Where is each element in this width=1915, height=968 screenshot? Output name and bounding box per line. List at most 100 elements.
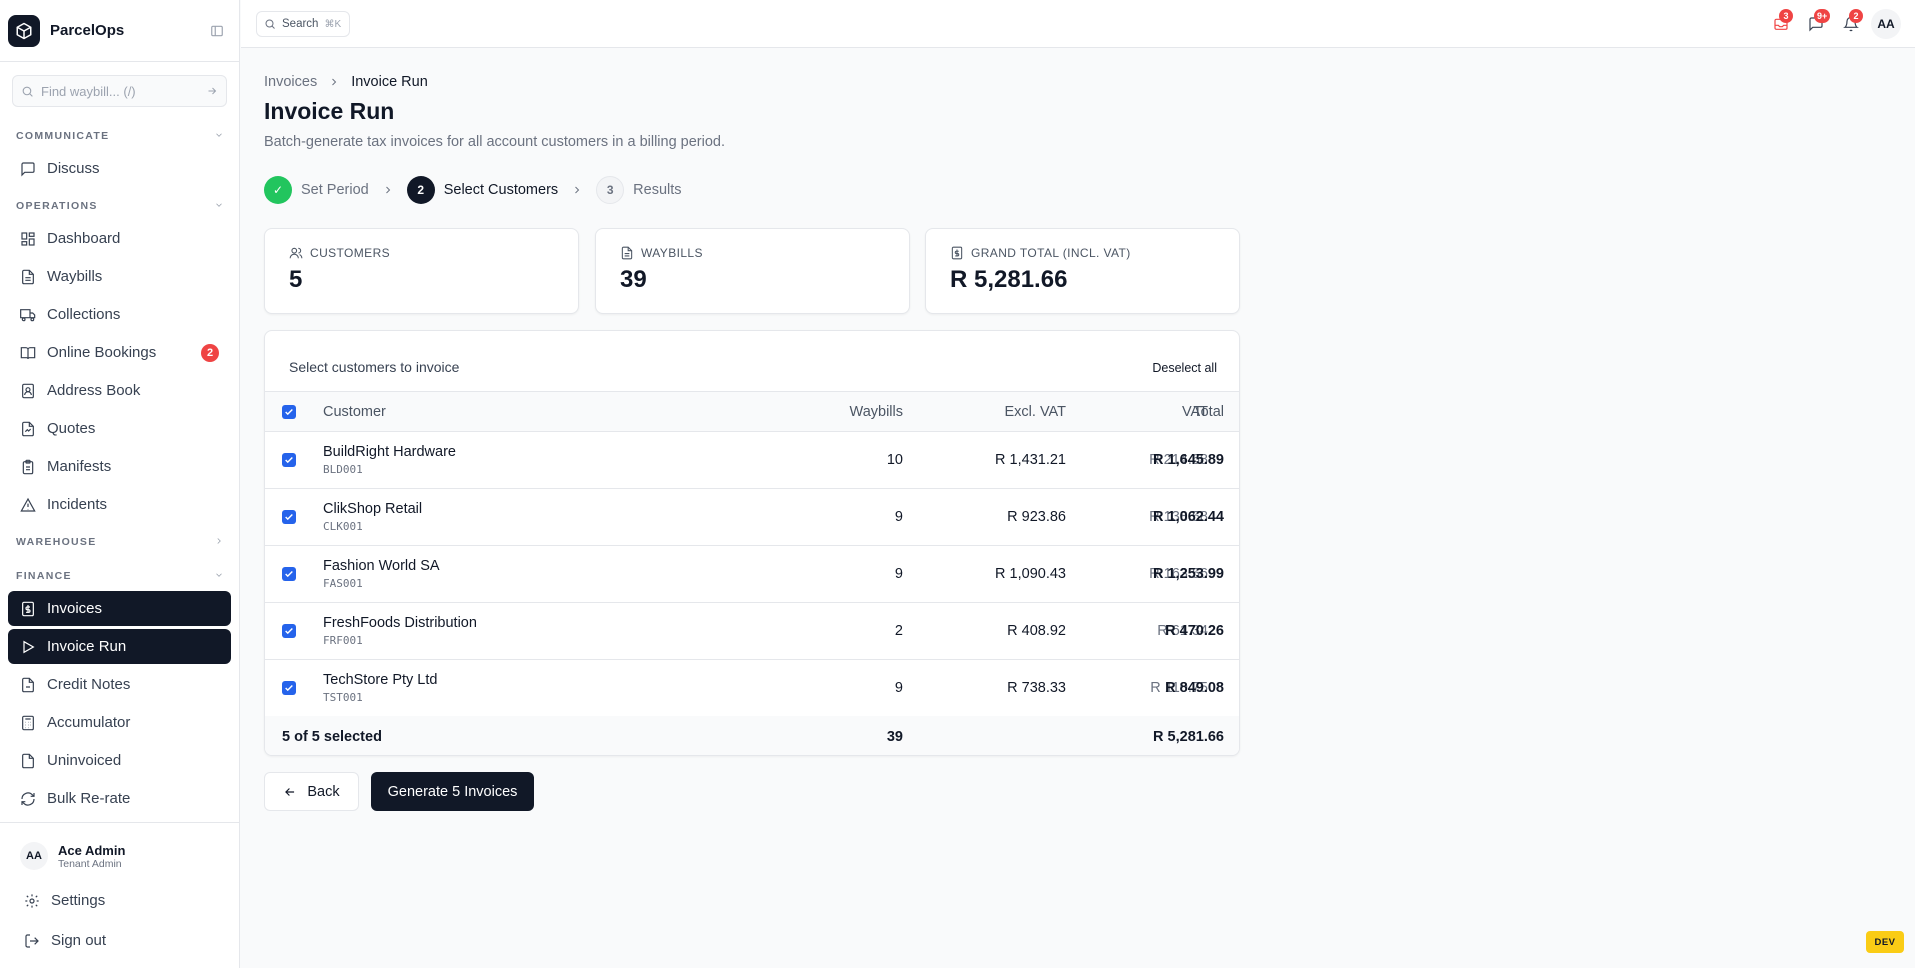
sidebar: ParcelOps Find waybill... (/) COMMUNICAT…: [0, 0, 240, 968]
section-warehouse[interactable]: WAREHOUSE: [0, 533, 240, 551]
global-search-button[interactable]: Search ⌘K: [256, 11, 350, 37]
search-icon: [21, 85, 34, 98]
sidebar-item-label: Collections: [47, 306, 121, 323]
row-checkbox[interactable]: [282, 432, 296, 488]
customer-selection-table: Select customers to invoice Deselect all…: [264, 330, 1240, 756]
sidebar-item-online-bookings[interactable]: Online Bookings 2: [8, 335, 231, 370]
section-operations[interactable]: OPERATIONS: [0, 197, 240, 215]
breadcrumb-parent[interactable]: Invoices: [264, 74, 317, 90]
notifications-button[interactable]: 2: [1841, 9, 1863, 34]
sidebar-item-dashboard[interactable]: Dashboard: [8, 221, 231, 256]
total-amount: R 849.08: [1165, 680, 1224, 696]
sidebar-item-bulk-rerate[interactable]: Bulk Re-rate: [8, 781, 231, 816]
env-badge: DEV: [1866, 931, 1904, 953]
sidebar-item-collections[interactable]: Collections: [8, 297, 231, 332]
table-row[interactable]: ClikShop Retail CLK001 9 R 923.86 R 138.…: [265, 489, 1239, 546]
footer-waybills-total: 39: [886, 728, 903, 745]
refresh-icon: [20, 791, 36, 807]
sidebar-item-quotes[interactable]: Quotes: [8, 411, 231, 446]
select-all-checkbox[interactable]: [282, 392, 296, 431]
row-checkbox[interactable]: [282, 546, 296, 602]
customer-name: ClikShop Retail: [323, 501, 423, 517]
waybill-search-input[interactable]: Find waybill... (/): [12, 75, 227, 107]
breadcrumb-current: Invoice Run: [351, 74, 428, 90]
col-header-total: Total: [1193, 403, 1224, 420]
brand-header: ParcelOps: [0, 0, 239, 62]
page-subtitle: Batch-generate tax invoices for all acco…: [264, 134, 726, 150]
search-icon: [264, 18, 276, 30]
table-row[interactable]: Fashion World SA FAS001 9 R 1,090.43 R 1…: [265, 546, 1239, 603]
stat-label: CUSTOMERS: [310, 246, 391, 260]
stat-card-waybills: WAYBILLS 39: [595, 228, 910, 314]
settings-link[interactable]: Settings: [24, 892, 105, 909]
sidebar-item-incidents[interactable]: Incidents: [8, 487, 231, 522]
row-checkbox[interactable]: [282, 660, 296, 716]
stat-label: WAYBILLS: [641, 246, 703, 260]
page-title: Invoice Run: [264, 98, 395, 124]
user-name: Ace Admin: [58, 842, 126, 858]
search-shortcut: ⌘K: [324, 18, 342, 30]
sidebar-item-label: Credit Notes: [47, 676, 131, 693]
file-minus-icon: [20, 677, 36, 693]
sidebar-item-discuss[interactable]: Discuss: [8, 151, 231, 186]
total-amount: R 470.26: [1165, 623, 1224, 639]
gear-icon: [24, 893, 40, 909]
step-2-number: 2: [406, 176, 435, 204]
section-label: WAREHOUSE: [16, 536, 97, 548]
chevron-right-icon: [214, 536, 224, 549]
brand-name: ParcelOps: [50, 22, 125, 39]
back-button[interactable]: Back: [264, 772, 359, 811]
chevron-right-icon: [382, 184, 394, 196]
sidebar-item-credit-notes[interactable]: Credit Notes: [8, 667, 231, 702]
sidebar-item-invoices[interactable]: Invoices: [8, 591, 231, 626]
total-amount: R 1,645.89: [1153, 452, 1224, 468]
section-label: COMMUNICATE: [16, 130, 110, 142]
file-icon: [20, 753, 36, 769]
table-row[interactable]: BuildRight Hardware BLD001 10 R 1,431.21…: [265, 432, 1239, 489]
section-finance[interactable]: FINANCE: [0, 567, 240, 585]
file-text-icon: [20, 269, 36, 285]
sidebar-item-waybills[interactable]: Waybills: [8, 259, 231, 294]
stat-label: GRAND TOTAL (INCL. VAT): [971, 246, 1131, 260]
table-footer: 5 of 5 selected 39 R 5,281.66: [265, 716, 1239, 755]
avatar[interactable]: AA: [1871, 9, 1901, 39]
sidebar-item-accumulator[interactable]: Accumulator: [8, 705, 231, 740]
play-icon: [20, 639, 36, 655]
sidebar-item-address-book[interactable]: Address Book: [8, 373, 231, 408]
table-row[interactable]: TechStore Pty Ltd TST001 9 R 738.33 R 11…: [265, 660, 1239, 717]
sidebar-item-label: Invoices: [47, 600, 103, 617]
section-label: OPERATIONS: [16, 200, 98, 212]
footer-grand-total: R 5,281.66: [1153, 728, 1224, 745]
row-checkbox[interactable]: [282, 489, 296, 545]
settings-label: Settings: [51, 892, 106, 909]
arrow-right-icon[interactable]: [206, 85, 218, 97]
sidebar-item-invoice-run[interactable]: Invoice Run: [8, 629, 231, 664]
sidebar-item-label: Address Book: [47, 382, 141, 399]
chevron-down-icon: [214, 130, 224, 143]
receipt-icon: [20, 601, 36, 617]
sidebar-item-manifests[interactable]: Manifests: [8, 449, 231, 484]
sign-out-link[interactable]: Sign out: [24, 932, 106, 949]
waybill-count: 9: [894, 680, 903, 696]
generate-invoices-button[interactable]: Generate 5 Invoices: [371, 772, 534, 811]
deselect-all-button[interactable]: Deselect all: [1152, 361, 1217, 375]
check-icon: [282, 453, 296, 467]
section-communicate[interactable]: COMMUNICATE: [0, 127, 240, 145]
col-header-waybills: Waybills: [849, 403, 903, 420]
row-checkbox[interactable]: [282, 603, 296, 659]
total-amount: R 1,253.99: [1153, 566, 1224, 582]
customer-code: FRF001: [323, 634, 363, 647]
sidebar-toggle-icon[interactable]: [209, 23, 225, 39]
sidebar-item-uninvoiced[interactable]: Uninvoiced: [8, 743, 231, 778]
inbox-button[interactable]: 3: [1771, 9, 1793, 34]
user-profile[interactable]: AA Ace Admin Tenant Admin: [20, 842, 125, 870]
customer-code: TST001: [323, 691, 363, 704]
check-icon: [282, 404, 296, 419]
messages-button[interactable]: 9+: [1806, 9, 1831, 34]
layout-grid-icon: [20, 231, 36, 247]
table-row[interactable]: FreshFoods Distribution FRF001 2 R 408.9…: [265, 603, 1239, 660]
sidebar-item-label: Online Bookings: [47, 344, 157, 361]
customer-code: CLK001: [323, 520, 363, 533]
table-header: Customer Waybills Excl. VAT VAT Total: [265, 391, 1239, 432]
stat-card-grand-total: GRAND TOTAL (INCL. VAT) R 5,281.66: [925, 228, 1240, 314]
